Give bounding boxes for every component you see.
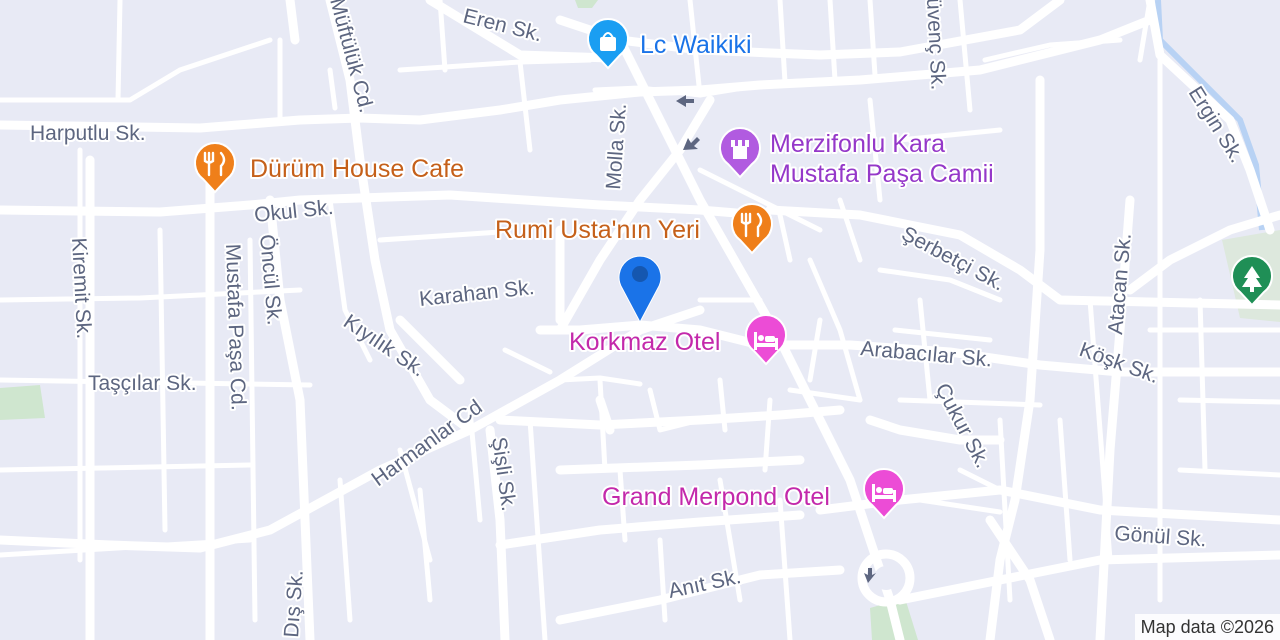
street-label: Gönül Sk. <box>1114 522 1208 551</box>
poi-label: Korkmaz Otel <box>569 328 720 356</box>
poi-lc-waikiki[interactable]: Lc Waikiki <box>587 18 754 70</box>
park-area <box>575 0 598 8</box>
street-label: Atacan Sk. <box>1104 232 1136 335</box>
poi-label: Rumi Usta'nın Yeri <box>495 216 700 244</box>
street-label: Anıt Sk. <box>666 565 743 603</box>
mosque-icon <box>731 140 749 159</box>
poi-label: Grand Merpond Otel <box>602 483 830 511</box>
poi-label-line2: Mustafa Paşa Camii <box>770 160 994 188</box>
poi-label: Merzifonlu Kara <box>770 130 945 158</box>
street-label: Taşçılar Sk. <box>88 372 197 395</box>
location-marker[interactable] <box>618 255 662 324</box>
street-label: Dış Sk. <box>280 569 308 638</box>
street-label: Öncül Sk. <box>255 233 286 326</box>
map-canvas[interactable]: Eren Sk. Müftülük Cd. Harputlu Sk. Molla… <box>0 0 1280 640</box>
map-layer: Eren Sk. Müftülük Cd. Harputlu Sk. Molla… <box>0 0 1280 640</box>
street-label: Çukur Sk. <box>931 380 995 472</box>
pin-shape <box>194 142 236 194</box>
poi-label: Dürüm House Cafe <box>250 155 464 183</box>
street-label: Şişli Sk. <box>487 435 520 512</box>
pin-shape <box>731 203 773 255</box>
street-label: Kiremit Sk. <box>67 237 95 340</box>
location-pin-dot <box>632 266 648 282</box>
street-label: Harmanlar Cd <box>367 396 486 491</box>
roundabout-center <box>874 566 898 590</box>
park-area <box>0 385 45 420</box>
street-label: Karahan Sk. <box>418 276 535 311</box>
poi-label: Lc Waikiki <box>640 31 752 59</box>
map-attribution[interactable]: Map data ©2026 <box>1134 614 1280 640</box>
poi-durum-house-cafe[interactable]: Dürüm House Cafe <box>194 142 466 194</box>
street-label: Harputlu Sk. <box>30 122 146 145</box>
street-label: Molla Sk. <box>602 103 631 191</box>
